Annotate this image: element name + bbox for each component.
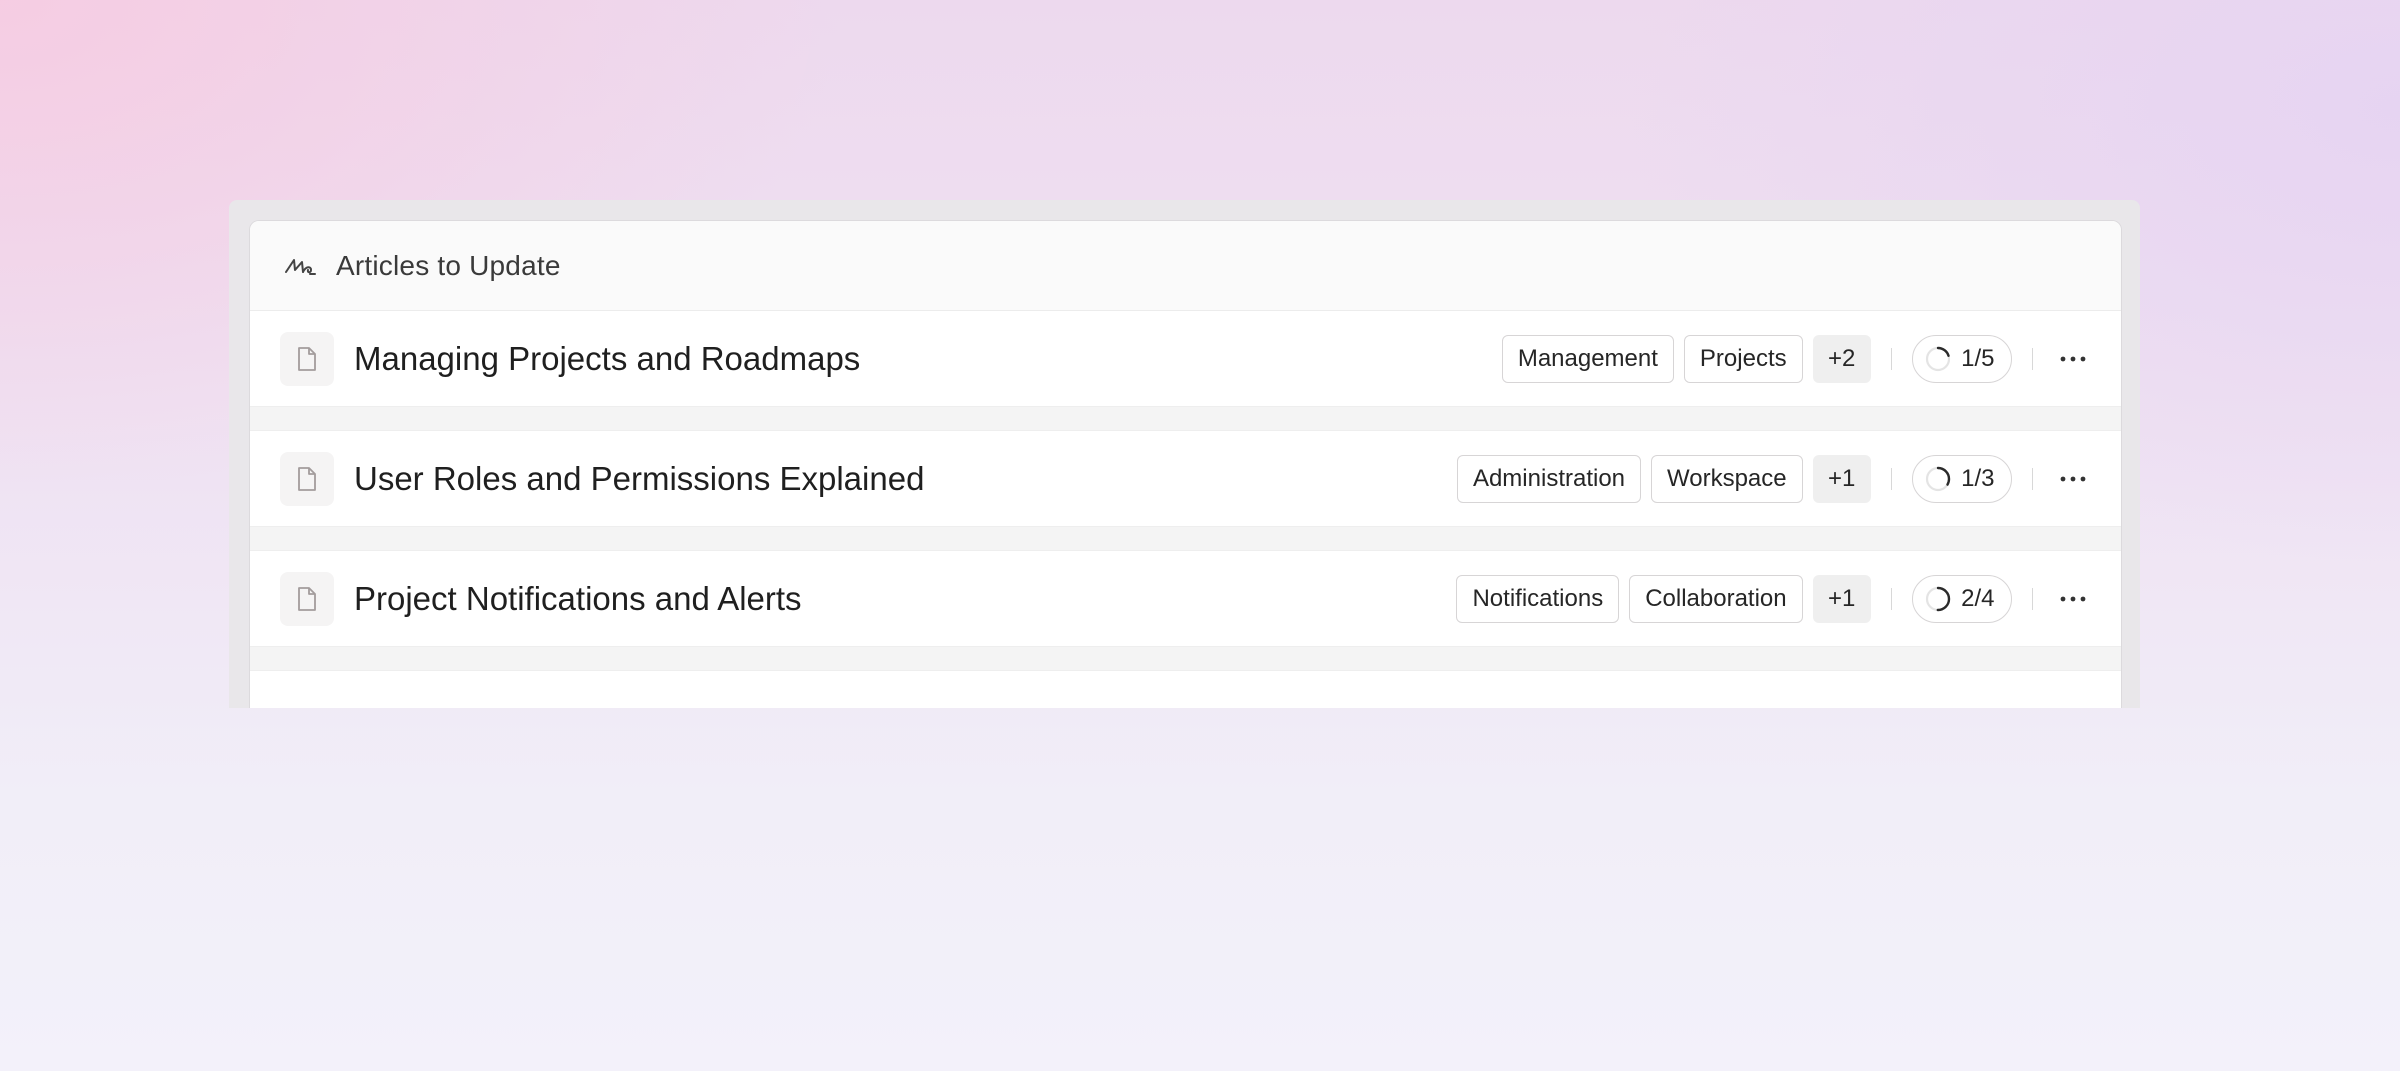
article-row[interactable]: User Roles and Permissions Explained Adm…	[250, 431, 2121, 551]
tag-chip[interactable]: Management	[1501, 334, 1674, 383]
more-options-button[interactable]	[2053, 339, 2093, 379]
article-title[interactable]: User Roles and Permissions Explained	[354, 460, 1457, 498]
article-row[interactable]: Managing Projects and Roadmaps Managemen…	[250, 311, 2121, 431]
tag-list: Administration Workspace +1	[1456, 454, 1871, 503]
progress-ring-icon	[1925, 346, 1951, 371]
progress-ring-icon	[1925, 466, 1951, 491]
tag-list: Management Projects +2	[1501, 334, 1871, 383]
more-options-button[interactable]	[2053, 459, 2093, 499]
progress-pill[interactable]: 2/4	[1912, 574, 2012, 623]
more-tags-chip[interactable]: +1	[1812, 574, 1871, 623]
progress-label: 2/4	[1961, 584, 1995, 612]
divider	[1890, 347, 1893, 370]
document-icon	[280, 451, 334, 506]
divider	[2031, 467, 2033, 490]
progress-ring-icon	[1925, 586, 1951, 611]
divider	[2031, 587, 2033, 610]
more-tags-chip[interactable]: +2	[1812, 334, 1871, 383]
ellipsis-icon	[2060, 356, 2086, 361]
articles-card: Articles to Update Managing Projects and…	[249, 220, 2122, 708]
article-row-partial	[250, 671, 2121, 708]
divider	[1890, 467, 1893, 490]
progress-label: 1/3	[1961, 464, 1995, 492]
tag-chip[interactable]: Projects	[1683, 334, 1803, 383]
more-tags-chip[interactable]: +1	[1812, 454, 1871, 503]
tag-chip[interactable]: Workspace	[1651, 454, 1803, 503]
ellipsis-icon	[2060, 596, 2086, 601]
tag-chip[interactable]: Administration	[1456, 454, 1642, 503]
article-title[interactable]: Managing Projects and Roadmaps	[354, 340, 1502, 378]
tag-chip[interactable]: Notifications	[1456, 574, 1620, 623]
progress-pill[interactable]: 1/3	[1912, 454, 2012, 503]
document-icon	[280, 571, 334, 626]
tag-list: Notifications Collaboration +1	[1456, 574, 1871, 623]
progress-label: 1/5	[1961, 344, 1995, 372]
card-title: Articles to Update	[336, 249, 561, 281]
tag-chip[interactable]: Collaboration	[1629, 574, 1803, 623]
document-icon	[280, 331, 334, 386]
article-title[interactable]: Project Notifications and Alerts	[354, 580, 1456, 618]
article-row[interactable]: Project Notifications and Alerts Notific…	[250, 551, 2121, 671]
divider	[1890, 587, 1893, 610]
articles-panel-frame: Articles to Update Managing Projects and…	[229, 200, 2140, 708]
signature-icon	[284, 251, 318, 281]
card-header: Articles to Update	[250, 221, 2121, 311]
divider	[2031, 347, 2033, 370]
ellipsis-icon	[2060, 476, 2086, 481]
progress-pill[interactable]: 1/5	[1912, 334, 2012, 383]
more-options-button[interactable]	[2053, 579, 2093, 619]
